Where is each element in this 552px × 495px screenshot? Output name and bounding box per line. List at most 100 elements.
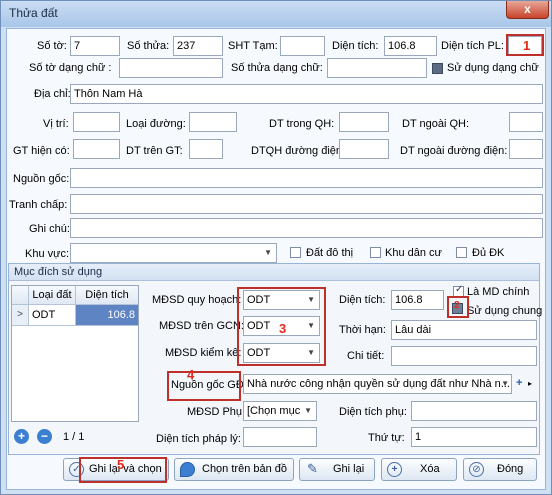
dtqh-duong-dien-label: DTQH đường điện: xyxy=(251,145,346,157)
dien-tich-phu-label: Diện tích phụ: xyxy=(339,406,407,418)
vi-tri-label: Vị trí: xyxy=(43,118,69,130)
dt-ngoai-qh-label: DT ngoài QH: xyxy=(402,118,470,130)
dong-label: Đóng xyxy=(497,463,524,475)
col-dien-tich[interactable]: Diện tích xyxy=(76,286,138,305)
annotation-number-2: 2 xyxy=(454,300,460,311)
dt-ngoai-duong-dien-label: DT ngoài đường điện: xyxy=(400,145,508,157)
plus-circle-icon: + xyxy=(387,462,402,477)
vi-tri-input[interactable] xyxy=(73,112,120,132)
dien-tich-label: Diện tích: xyxy=(332,40,379,52)
table-cell-dien-tich[interactable]: 106.8 xyxy=(76,305,138,326)
expand-icon[interactable]: ▸ xyxy=(528,377,532,391)
window-title: Thửa đất xyxy=(9,6,58,20)
dien-tich-phap-ly-input[interactable] xyxy=(243,427,317,447)
grid-corner xyxy=(12,286,29,305)
sht-tam-input[interactable] xyxy=(280,36,325,56)
thoi-han-input[interactable]: Lâu dài xyxy=(391,320,537,340)
annotation-number-1: 1 xyxy=(523,38,531,53)
khu-vuc-select[interactable]: ▼ xyxy=(70,243,277,263)
dat-do-thi-checkbox[interactable] xyxy=(290,247,301,258)
annotation-number-5: 5 xyxy=(117,457,125,472)
so-to-input[interactable]: 7 xyxy=(70,36,120,56)
mdsd-phu-select[interactable]: [Chọn mục ▼ xyxy=(243,401,317,421)
mdsd-tren-gcn-label: MĐSD trên GCN: xyxy=(159,320,244,332)
so-thua-input[interactable]: 237 xyxy=(173,36,223,56)
nguon-goc-gd-select[interactable]: Nhà nước công nhận quyền sử dụng đất như… xyxy=(243,374,512,394)
khu-dan-cu-checkbox[interactable] xyxy=(370,247,381,258)
xoa-label: Xóa xyxy=(420,463,440,475)
ghi-chu-input[interactable] xyxy=(70,218,543,238)
su-dung-dang-chu-label: Sử dụng dạng chữ xyxy=(447,62,539,74)
ghi-chu-label: Ghi chú: xyxy=(29,223,70,235)
chi-tiet-label: Chi tiết: xyxy=(347,350,385,362)
add-row-icon[interactable]: + xyxy=(14,429,29,444)
chon-tren-ban-do-button[interactable]: Chọn trên bản đồ xyxy=(174,458,294,481)
land-use-grid[interactable]: Loại đất Diện tích > ODT 106.8 xyxy=(11,285,139,422)
chevron-down-icon: ▼ xyxy=(304,406,312,415)
close-button[interactable]: x xyxy=(506,1,549,19)
so-thua-dang-chu-input[interactable] xyxy=(327,58,427,78)
annotation-number-3: 3 xyxy=(279,321,287,336)
dien-tich-phap-ly-label: Diện tích pháp lý: xyxy=(156,433,241,445)
mdsd-phu-label: MĐSD Phụ: xyxy=(187,406,246,418)
ghi-lai-button[interactable]: ✎ Ghi lại xyxy=(299,458,375,481)
nguon-goc-label: Nguồn gốc: xyxy=(13,173,70,185)
remove-row-icon[interactable]: − xyxy=(37,429,52,444)
dt-ngoai-duong-dien-input[interactable] xyxy=(509,139,543,159)
mdsd-phu-value: [Chọn mục xyxy=(247,405,301,417)
col-loai-dat[interactable]: Loại đất xyxy=(29,286,76,305)
dt-ngoai-qh-input[interactable] xyxy=(509,112,543,132)
dt-trong-qh-label: DT trong QH: xyxy=(269,118,335,130)
group-title: Mục đích sử dụng xyxy=(9,264,539,281)
dien-tich-input[interactable]: 106.8 xyxy=(384,36,437,56)
tranh-chap-input[interactable] xyxy=(70,194,543,214)
window: Thửa đất x Số tờ: 7 Số thửa: 237 SHT Tạm… xyxy=(0,0,552,495)
dt-trong-qh-input[interactable] xyxy=(339,112,389,132)
map-pin-icon xyxy=(180,462,195,477)
gt-hien-co-input[interactable] xyxy=(73,139,120,159)
dien-tich-pl-label: Diện tích PL: xyxy=(441,40,504,52)
tranh-chap-label: Tranh chấp: xyxy=(9,199,68,211)
add-icon[interactable]: + xyxy=(516,376,522,390)
dt-tren-gt-input[interactable] xyxy=(189,139,223,159)
thu-tu-label: Thứ tự: xyxy=(368,432,405,444)
so-thua-label: Số thửa: xyxy=(127,40,170,52)
annotation-box-4 xyxy=(167,371,241,401)
dong-button[interactable]: ⊘ Đóng xyxy=(463,458,537,481)
title-bar: Thửa đất x xyxy=(1,1,551,27)
page-indicator: 1 / 1 xyxy=(63,431,85,443)
dia-chi-label: Địa chỉ: xyxy=(34,88,71,100)
dia-chi-input[interactable]: Thôn Nam Hà xyxy=(70,84,543,104)
xoa-button[interactable]: + Xóa xyxy=(381,458,457,481)
mdsd-quy-hoach-label: MĐSD quy hoạch: xyxy=(152,294,242,306)
dat-do-thi-label: Đất đô thị xyxy=(306,247,354,259)
detail-dien-tich-label: Diện tích: xyxy=(339,294,386,306)
gt-hien-co-label: GT hiện có: xyxy=(13,145,70,157)
thu-tu-input[interactable]: 1 xyxy=(411,427,537,447)
du-dk-checkbox[interactable] xyxy=(456,247,467,258)
chon-tren-ban-do-label: Chọn trên bản đồ xyxy=(202,463,288,475)
chi-tiet-input[interactable] xyxy=(391,346,537,366)
su-dung-chung-label: Sử dụng chung xyxy=(467,305,543,317)
dien-tich-phu-input[interactable] xyxy=(411,401,537,421)
la-md-chinh-label: Là MD chính xyxy=(467,286,530,298)
so-to-dang-chu-input[interactable] xyxy=(119,58,223,78)
pencil-icon: ✎ xyxy=(307,461,318,476)
dt-tren-gt-label: DT trên GT: xyxy=(126,145,183,157)
nguon-goc-input[interactable] xyxy=(70,168,543,188)
sht-tam-label: SHT Tạm: xyxy=(228,40,278,52)
chevron-down-icon: ▼ xyxy=(501,379,509,388)
thoi-han-label: Thời hạn: xyxy=(339,324,386,336)
nguon-goc-gd-value: Nhà nước công nhận quyền sử dụng đất như… xyxy=(247,378,510,390)
dtqh-duong-dien-input[interactable] xyxy=(339,139,389,159)
khu-dan-cu-label: Khu dân cư xyxy=(385,247,442,259)
row-marker: > xyxy=(12,305,29,326)
mdsd-kiem-ke-label: MĐSD kiểm kê: xyxy=(165,347,242,359)
annotation-number-4: 4 xyxy=(187,367,195,382)
detail-dien-tich-input[interactable]: 106.8 xyxy=(391,290,444,310)
loai-duong-input[interactable] xyxy=(189,112,237,132)
du-dk-label: Đủ ĐK xyxy=(472,247,505,259)
so-thua-dang-chu-label: Số thửa dạng chữ: xyxy=(231,62,323,74)
su-dung-dang-chu-checkbox[interactable] xyxy=(432,63,443,74)
table-cell-loai-dat[interactable]: ODT xyxy=(29,305,76,326)
